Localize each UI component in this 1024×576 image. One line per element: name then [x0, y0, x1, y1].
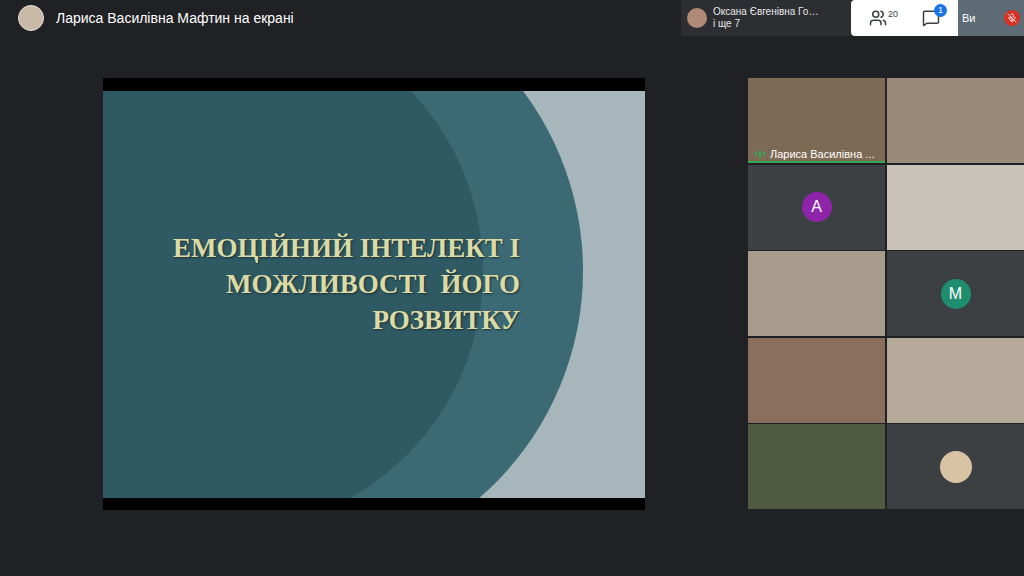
self-tile[interactable]: Ви	[958, 0, 1024, 36]
controls-box: 20 1	[851, 0, 958, 36]
participant-tile[interactable]: Лариса Василівна ...	[748, 78, 885, 163]
slide-title-line: ЕМОЦІЙНИЙ ІНТЕЛЕКТ І	[173, 230, 520, 266]
chat-button[interactable]: 1	[922, 9, 940, 27]
participant-tile[interactable]	[887, 338, 1024, 423]
mic-off-badge	[1004, 10, 1020, 26]
participant-avatar: M	[941, 279, 971, 309]
speaking-icon	[754, 148, 766, 160]
slide: ЕМОЦІЙНИЙ ІНТЕЛЕКТ ІМОЖЛИВОСТІ ЙОГОРОЗВИ…	[103, 91, 645, 498]
top-bar: Лариса Василівна Мафтин на екрані Оксана …	[0, 0, 1024, 36]
slide-title-line: РОЗВИТКУ	[373, 302, 520, 338]
meet-window: Лариса Василівна Мафтин на екрані Оксана …	[0, 0, 1024, 576]
presentation-area: ЕМОЦІЙНИЙ ІНТЕЛЕКТ ІМОЖЛИВОСТІ ЙОГОРОЗВИ…	[0, 78, 748, 510]
people-icon	[869, 9, 887, 27]
participant-photo-avatar	[940, 451, 972, 483]
join-notification: Оксана Євгенівна Го…і ще 7	[681, 0, 851, 36]
chat-badge: 1	[934, 4, 947, 17]
participant-tile[interactable]	[887, 424, 1024, 509]
participant-tile[interactable]	[887, 78, 1024, 163]
participant-avatar: A	[802, 192, 832, 222]
participant-tile[interactable]	[748, 251, 885, 336]
participant-tile[interactable]: A	[748, 165, 885, 250]
participants-button[interactable]: 20	[869, 9, 898, 27]
slide-title-line: МОЖЛИВОСТІ ЙОГО	[226, 266, 520, 302]
presenter-avatar	[18, 5, 44, 31]
participant-tile[interactable]	[748, 424, 885, 509]
participant-grid: Лариса Василівна ... A M	[748, 78, 1024, 510]
stage: ЕМОЦІЙНИЙ ІНТЕЛЕКТ ІМОЖЛИВОСТІ ЙОГОРОЗВИ…	[0, 36, 1024, 510]
speaking-outline	[748, 161, 885, 163]
presentation-frame: ЕМОЦІЙНИЙ ІНТЕЛЕКТ ІМОЖЛИВОСТІ ЙОГОРОЗВИ…	[103, 78, 645, 510]
presenter-title: Лариса Василівна Мафтин на екрані	[56, 8, 294, 29]
mic-off-icon	[1007, 13, 1017, 23]
participant-tile[interactable]	[748, 338, 885, 423]
participant-label: Лариса Василівна ...	[754, 147, 875, 161]
participant-tile[interactable]	[887, 165, 1024, 250]
notification-avatar	[687, 8, 707, 28]
participant-tile[interactable]: M	[887, 251, 1024, 336]
